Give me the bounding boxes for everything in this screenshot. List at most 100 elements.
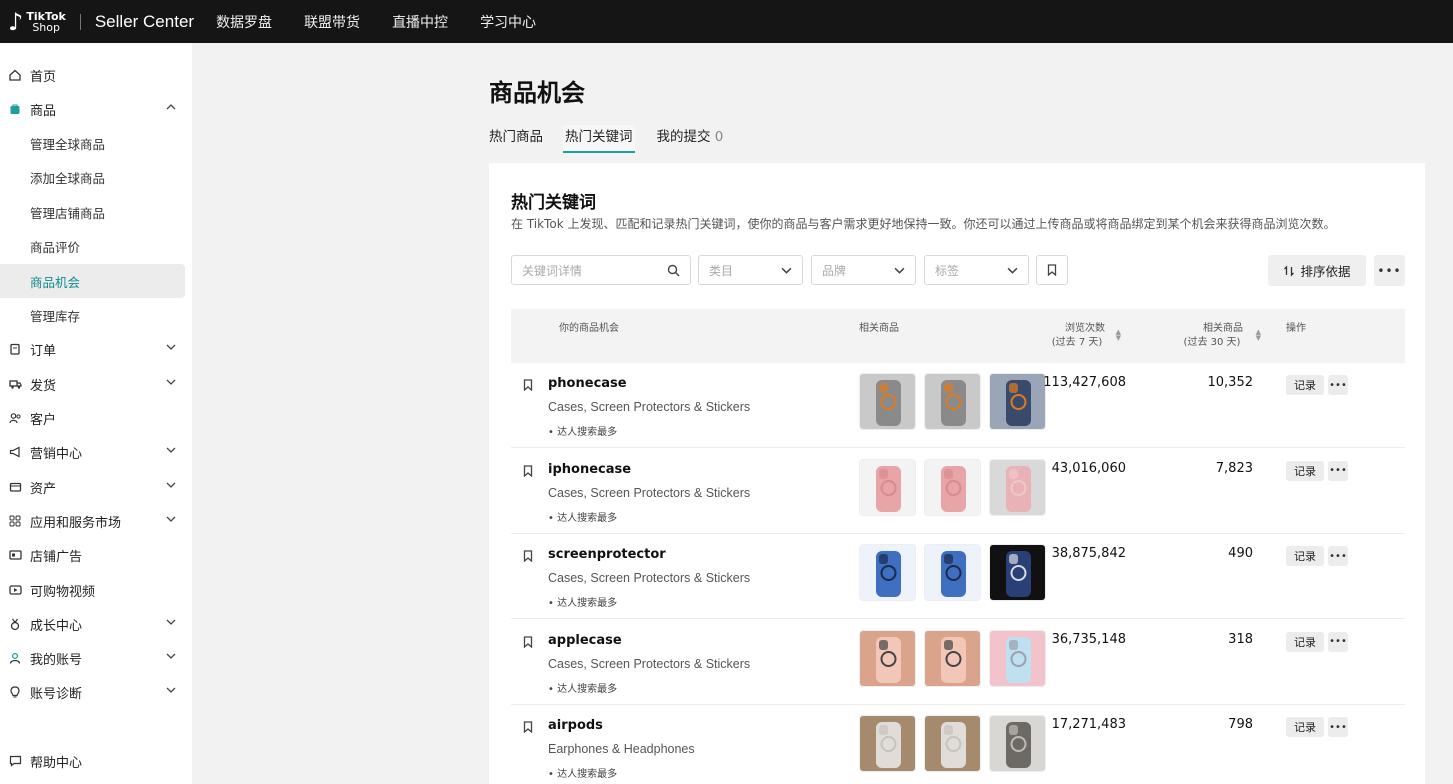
keyword[interactable]: screenprotector: [548, 547, 666, 562]
sidebar-item-manage-shop-products[interactable]: 管理店铺商品: [0, 195, 192, 229]
sidebar: 首页 商品 管理全球商品 添加全球商品 管理店铺商品 商品评价 商品机会 管理库…: [0, 43, 192, 784]
topnav-affiliate[interactable]: 联盟带货: [304, 12, 360, 32]
customer-icon: [8, 411, 22, 425]
record-button[interactable]: 记录: [1286, 375, 1324, 395]
sort-by-button[interactable]: 排序依据: [1268, 255, 1366, 286]
bookmark-filter-button[interactable]: [1036, 255, 1068, 285]
product-thumbnail[interactable]: [859, 715, 916, 772]
topnav-learning-center[interactable]: 学习中心: [480, 12, 536, 32]
tab-hot-keywords[interactable]: 热门关键词: [563, 125, 635, 153]
col-views[interactable]: 浏览次数 (过去 7 天) ▲ ▼: [1049, 322, 1121, 350]
row-more-button[interactable]: •••: [1328, 460, 1348, 481]
record-button[interactable]: 记录: [1286, 546, 1324, 566]
sidebar-item-label: 管理全球商品: [30, 136, 106, 152]
sidebar-item-label: 店铺广告: [30, 549, 83, 565]
keyword[interactable]: airpods: [548, 718, 603, 733]
tag-select[interactable]: 标签: [924, 255, 1029, 285]
table-row[interactable]: phonecase Cases, Screen Protectors & Stic…: [511, 363, 1405, 448]
sidebar-item-label: 添加全球商品: [30, 170, 106, 186]
select-placeholder: 品牌: [822, 263, 847, 278]
keyword[interactable]: phonecase: [548, 376, 627, 391]
sidebar-item-help-center[interactable]: 帮助中心: [0, 744, 192, 778]
product-thumbnail[interactable]: [924, 544, 981, 601]
sidebar-item-account-diagnosis[interactable]: 账号诊断: [0, 675, 192, 709]
topnav-live-control[interactable]: 直播中控: [392, 12, 448, 32]
tiktok-shop-logo[interactable]: ♪ TikTok Shop: [8, 0, 66, 43]
sidebar-item-label: 首页: [30, 69, 57, 85]
keyword-search-input[interactable]: 关键词详情: [511, 255, 691, 285]
bookmark-icon[interactable]: [523, 721, 533, 733]
sidebar-item-manage-inventory[interactable]: 管理库存: [0, 298, 192, 332]
sidebar-item-customers[interactable]: 客户: [0, 401, 192, 435]
chevron-down-icon: [166, 379, 176, 385]
main-content: 商品机会 热门商品 热门关键词 我的提交 0 热门关键词 在 TikTok 上发…: [192, 43, 1453, 784]
table-row[interactable]: applecase Cases, Screen Protectors & Stic…: [511, 620, 1405, 705]
sidebar-item-growth-center[interactable]: 成长中心: [0, 607, 192, 641]
sidebar-item-product-reviews[interactable]: 商品评价: [0, 229, 192, 263]
brand-select[interactable]: 品牌: [811, 255, 916, 285]
row-more-button[interactable]: •••: [1328, 546, 1348, 566]
sidebar-item-label: 可购物视频: [30, 584, 96, 600]
sidebar-item-label: 管理库存: [30, 308, 81, 324]
table-row[interactable]: airpods Earphones & Headphones • 达人搜索最多 17,…: [511, 705, 1405, 784]
sidebar-item-manage-global-products[interactable]: 管理全球商品: [0, 126, 192, 160]
product-thumbnail[interactable]: [924, 458, 981, 516]
product-thumbnail[interactable]: [924, 373, 981, 430]
product-thumbnail[interactable]: [924, 629, 981, 687]
keyword[interactable]: iphonecase: [548, 462, 631, 477]
product-thumbnail[interactable]: [859, 629, 916, 687]
sidebar-item-label: 订单: [30, 343, 57, 359]
search-icon[interactable]: [667, 264, 680, 277]
sidebar-item-add-global-products[interactable]: 添加全球商品: [0, 160, 192, 194]
sidebar-item-shop-ads[interactable]: 店铺广告: [0, 538, 192, 572]
related-products-count: 10,352: [1207, 375, 1254, 390]
product-thumbnail[interactable]: [859, 458, 916, 516]
table-row[interactable]: screenprotector Cases, Screen Protectors …: [511, 534, 1405, 619]
product-thumbnail[interactable]: [859, 544, 916, 601]
keyword-category: Cases, Screen Protectors & Stickers: [548, 485, 751, 500]
bookmark-icon[interactable]: [523, 550, 533, 562]
seller-center-title[interactable]: Seller Center: [95, 12, 194, 32]
record-button[interactable]: 记录: [1286, 717, 1324, 737]
sidebar-item-product-opportunities[interactable]: 商品机会: [0, 264, 185, 298]
views-count: 38,875,842: [1051, 546, 1126, 561]
chevron-down-icon: [166, 516, 176, 522]
bookmark-icon[interactable]: [523, 379, 533, 391]
sidebar-item-orders[interactable]: 订单: [0, 332, 192, 366]
sidebar-item-products[interactable]: 商品: [0, 92, 192, 126]
sidebar-item-assets[interactable]: 资产: [0, 470, 192, 504]
col-related-count[interactable]: 相关商品 (过去 30 天) ▲ ▼: [1181, 322, 1261, 350]
video-icon: [8, 583, 22, 597]
sidebar-item-marketing[interactable]: 营销中心: [0, 435, 192, 469]
apps-icon: [8, 514, 22, 528]
sidebar-item-shoppable-video[interactable]: 可购物视频: [0, 573, 192, 607]
product-thumbnail[interactable]: [924, 715, 981, 772]
logo-line2: Shop: [32, 20, 60, 34]
topnav-data-compass[interactable]: 数据罗盘: [216, 12, 272, 32]
related-products-count: 490: [1228, 546, 1253, 561]
more-options-button[interactable]: •••: [1374, 255, 1405, 286]
row-more-button[interactable]: •••: [1328, 631, 1348, 652]
views-count: 113,427,608: [1043, 375, 1126, 390]
category-select[interactable]: 类目: [698, 255, 803, 285]
logo-line1: TikTok: [26, 9, 66, 23]
divider: [79, 13, 81, 30]
sidebar-item-my-account[interactable]: 我的账号: [0, 641, 192, 675]
sidebar-item-apps-services[interactable]: 应用和服务市场: [0, 504, 192, 538]
record-button[interactable]: 记录: [1286, 631, 1324, 652]
tab-my-submissions[interactable]: 我的提交 0: [657, 125, 724, 153]
tab-hot-products[interactable]: 热门商品: [489, 125, 543, 153]
record-button[interactable]: 记录: [1286, 460, 1324, 481]
product-thumbnail[interactable]: [859, 373, 916, 430]
bookmark-icon[interactable]: [523, 464, 533, 477]
keyword[interactable]: applecase: [548, 633, 622, 648]
table-row[interactable]: iphonecase Cases, Screen Protectors & Sti…: [511, 449, 1405, 534]
sidebar-item-shipping[interactable]: 发货: [0, 367, 192, 401]
bookmark-icon: [1047, 264, 1057, 276]
bookmark-icon[interactable]: [523, 635, 533, 648]
card-title: 热门关键词: [511, 193, 596, 213]
sidebar-item-home[interactable]: 首页: [0, 58, 192, 92]
row-more-button[interactable]: •••: [1328, 717, 1348, 737]
row-more-button[interactable]: •••: [1328, 375, 1348, 395]
sidebar-item-label: 客户: [30, 412, 57, 428]
